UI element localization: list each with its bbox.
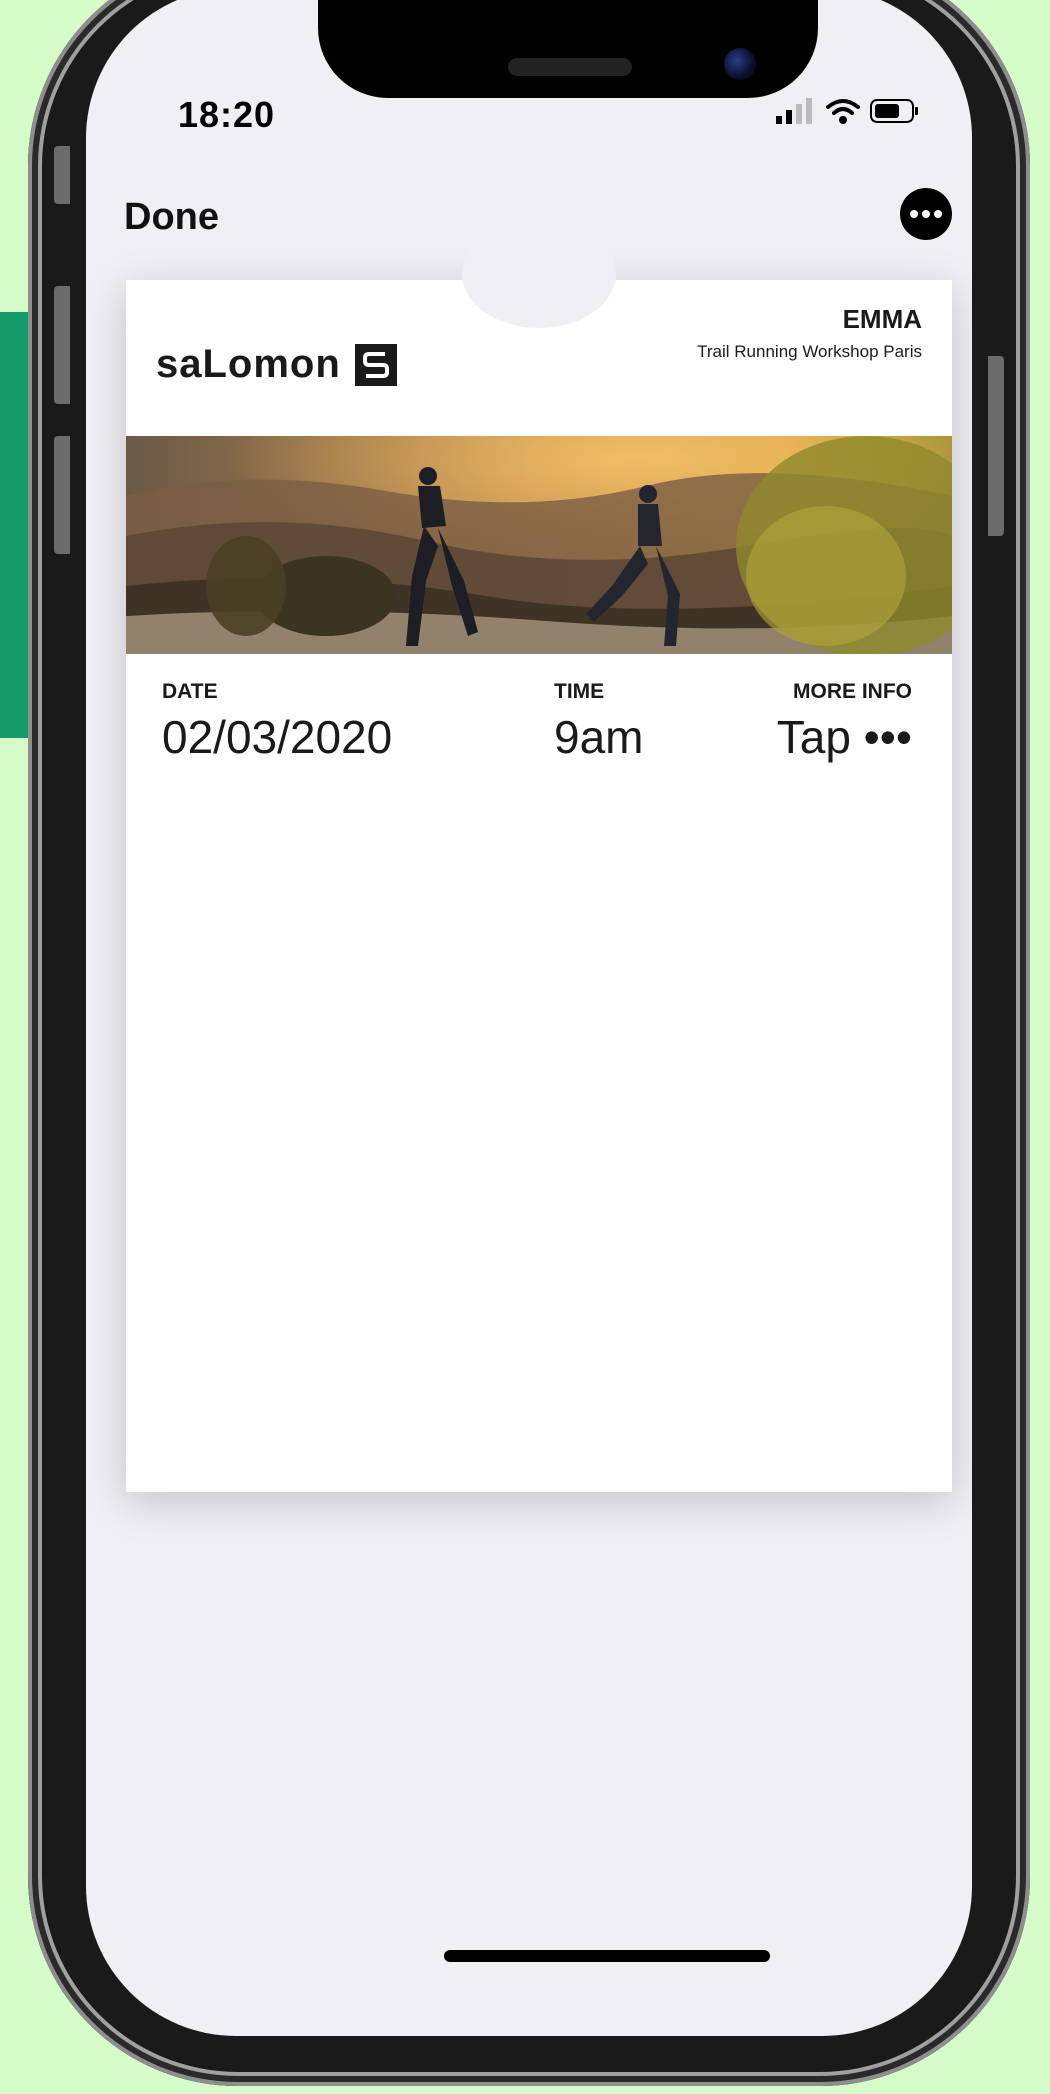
- more-options-button[interactable]: [900, 188, 952, 240]
- volume-down-button: [54, 436, 70, 554]
- battery-icon: [870, 99, 918, 123]
- phone-frame: 18:20 Done saLomon EMMA Trail Running Wo…: [28, 0, 1030, 2086]
- notch: [318, 0, 818, 98]
- signal-icon: [776, 98, 812, 124]
- screen: 18:20 Done saLomon EMMA Trail Running Wo…: [86, 0, 972, 2036]
- trail-runners-image: [126, 436, 952, 654]
- status-icons: [776, 98, 920, 124]
- brand-logo: saLomon: [156, 342, 397, 387]
- brand-wordmark: saLomon: [156, 342, 341, 386]
- wifi-icon: [826, 99, 860, 124]
- front-camera: [724, 48, 756, 80]
- pass-notch: [462, 220, 616, 328]
- ellipsis-icon: [910, 210, 918, 218]
- brand-s-icon: [354, 343, 397, 386]
- wallet-pass[interactable]: saLomon EMMA Trail Running Workshop Pari…: [126, 220, 952, 1492]
- pass-holder-name: EMMA: [842, 304, 922, 334]
- home-indicator[interactable]: [444, 1950, 770, 1962]
- more-info-label: MORE INFO: [793, 680, 912, 703]
- status-time: 18:20: [178, 94, 276, 135]
- more-info-value[interactable]: Tap •••: [777, 710, 912, 764]
- date-label: DATE: [162, 680, 218, 703]
- banner-image: [126, 436, 952, 654]
- date-value: 02/03/2020: [162, 711, 393, 763]
- speaker-grille: [508, 58, 632, 76]
- mute-switch: [54, 146, 70, 204]
- time-value: 9am: [554, 711, 644, 763]
- time-label: TIME: [554, 680, 605, 703]
- done-button[interactable]: Done: [124, 196, 219, 239]
- event-name: Trail Running Workshop Paris: [697, 342, 922, 361]
- volume-up-button: [54, 286, 70, 404]
- power-button: [988, 356, 1004, 536]
